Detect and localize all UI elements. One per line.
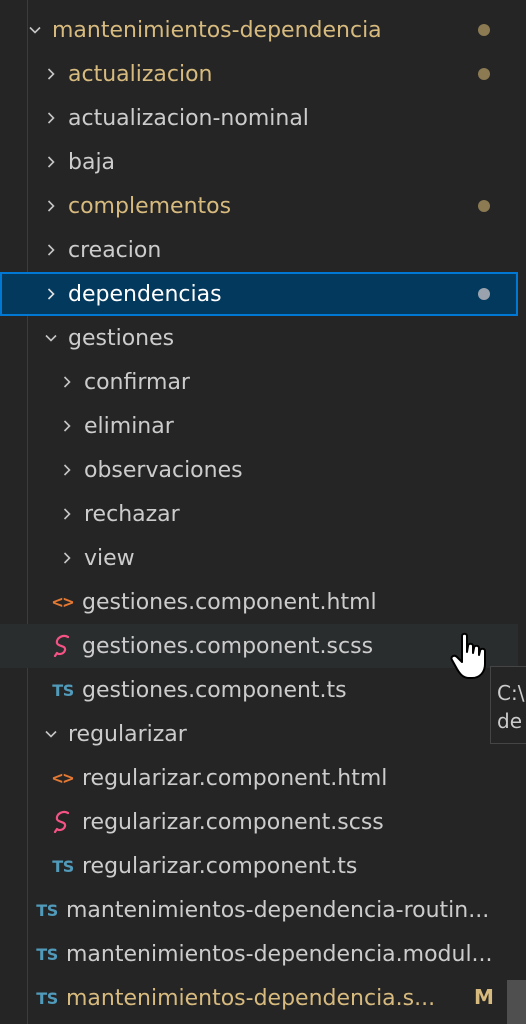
tree-item-label: actualizacion-nominal <box>68 105 309 131</box>
typescript-file-icon: TS <box>52 856 74 876</box>
tree-item-label: eliminar <box>84 413 174 439</box>
chevron-down-icon <box>22 8 48 52</box>
tree-item-label: mantenimientos-dependencia.modul... <box>66 941 493 967</box>
tree-folder-dependencias[interactable]: dependencias <box>0 272 518 316</box>
modified-dot <box>478 288 490 300</box>
chevron-right-icon <box>38 96 64 140</box>
tree-file-routing-ts[interactable]: TS mantenimientos-dependencia-routin... <box>0 888 518 932</box>
tree-file-gestiones-scss[interactable]: gestiones.component.scss <box>0 624 518 668</box>
tree-item-label: observaciones <box>84 457 243 483</box>
vertical-scrollbar-thumb[interactable] <box>507 980 526 1024</box>
tree-file-service-ts[interactable]: TS mantenimientos-dependencia.s... M <box>0 976 494 1020</box>
tree-folder-regularizar[interactable]: regularizar <box>0 712 518 756</box>
tree-item-label: gestiones <box>68 325 175 351</box>
html-file-icon: <> <box>52 767 74 789</box>
tree-item-label: mantenimientos-dependencia <box>52 17 382 43</box>
modified-dot <box>478 24 490 36</box>
chevron-down-icon <box>38 316 64 360</box>
chevron-right-icon <box>54 536 80 580</box>
modified-dot <box>478 68 490 80</box>
chevron-right-icon <box>54 404 80 448</box>
tree-file-regularizar-html[interactable]: <> regularizar.component.html <box>0 756 518 800</box>
chevron-down-icon <box>38 712 64 756</box>
tree-item-label: gestiones.component.html <box>82 589 377 615</box>
tree-item-label: regularizar.component.html <box>82 765 388 791</box>
tree-file-regularizar-scss[interactable]: regularizar.component.scss <box>0 800 518 844</box>
chevron-right-icon <box>38 140 64 184</box>
tree-folder-view[interactable]: view <box>0 536 518 580</box>
tree-file-regularizar-ts[interactable]: TS regularizar.component.ts <box>0 844 518 888</box>
tree-folder-baja[interactable]: baja <box>0 140 518 184</box>
html-file-icon: <> <box>52 591 74 613</box>
typescript-file-icon: TS <box>36 900 58 920</box>
modified-dot <box>478 200 490 212</box>
tree-item-label: actualizacion <box>68 61 213 87</box>
tree-item-label: confirmar <box>84 369 190 395</box>
chevron-right-icon <box>38 52 64 96</box>
tree-item-label: dependencias <box>68 281 222 307</box>
typescript-file-icon: TS <box>36 988 58 1008</box>
tree-item-label: mantenimientos-dependencia.s... <box>66 985 436 1011</box>
tree-item-label: complementos <box>68 193 232 219</box>
tree-folder-gestiones[interactable]: gestiones <box>0 316 518 360</box>
chevron-right-icon <box>38 184 64 228</box>
chevron-right-icon <box>38 228 64 272</box>
tree-folder-observaciones[interactable]: observaciones <box>0 448 518 492</box>
tree-item-label: mantenimientos-dependencia-routin... <box>66 897 490 923</box>
tree-folder-complementos[interactable]: complementos <box>0 184 518 228</box>
typescript-file-icon: TS <box>36 944 58 964</box>
tooltip-line-2: de <box>497 709 522 733</box>
chevron-right-icon <box>54 448 80 492</box>
tree-item-label: regularizar <box>68 721 187 747</box>
tree-folder-actualizacion[interactable]: actualizacion <box>0 52 518 96</box>
sass-file-icon <box>50 800 76 844</box>
chevron-right-icon <box>38 272 64 316</box>
tree-item-label: rechazar <box>84 501 180 527</box>
tree-item-label: regularizar.component.ts <box>82 853 358 879</box>
tree-folder-creacion[interactable]: creacion <box>0 228 518 272</box>
hand-pointer-cursor-icon <box>450 632 486 679</box>
tree-folder-mantenimientos-dependencia[interactable]: mantenimientos-dependencia <box>0 8 518 52</box>
tree-item-label: baja <box>68 149 116 175</box>
tree-folder-actualizacion-nominal[interactable]: actualizacion-nominal <box>0 96 518 140</box>
tree-file-module-ts[interactable]: TS mantenimientos-dependencia.modul... <box>0 932 518 976</box>
tooltip-line-1: C:\ <box>497 681 525 705</box>
file-explorer: mantenimientos-dependencia actualizacion… <box>0 0 526 1024</box>
tree-item-label: view <box>84 545 135 571</box>
tree-file-gestiones-ts[interactable]: TS gestiones.component.ts <box>0 668 518 712</box>
tree-folder-eliminar[interactable]: eliminar <box>0 404 518 448</box>
tree-folder-confirmar[interactable]: confirmar <box>0 360 518 404</box>
sass-file-icon <box>50 624 76 668</box>
modified-badge: M <box>474 985 494 1009</box>
chevron-right-icon <box>54 360 80 404</box>
tree-item-label: creacion <box>68 237 162 263</box>
tree-folder-rechazar[interactable]: rechazar <box>0 492 518 536</box>
path-tooltip: C:\ de <box>490 666 526 744</box>
chevron-right-icon <box>54 492 80 536</box>
typescript-file-icon: TS <box>52 680 74 700</box>
tree-item-label: regularizar.component.scss <box>82 809 384 835</box>
tree-file-gestiones-html[interactable]: <> gestiones.component.html <box>0 580 518 624</box>
